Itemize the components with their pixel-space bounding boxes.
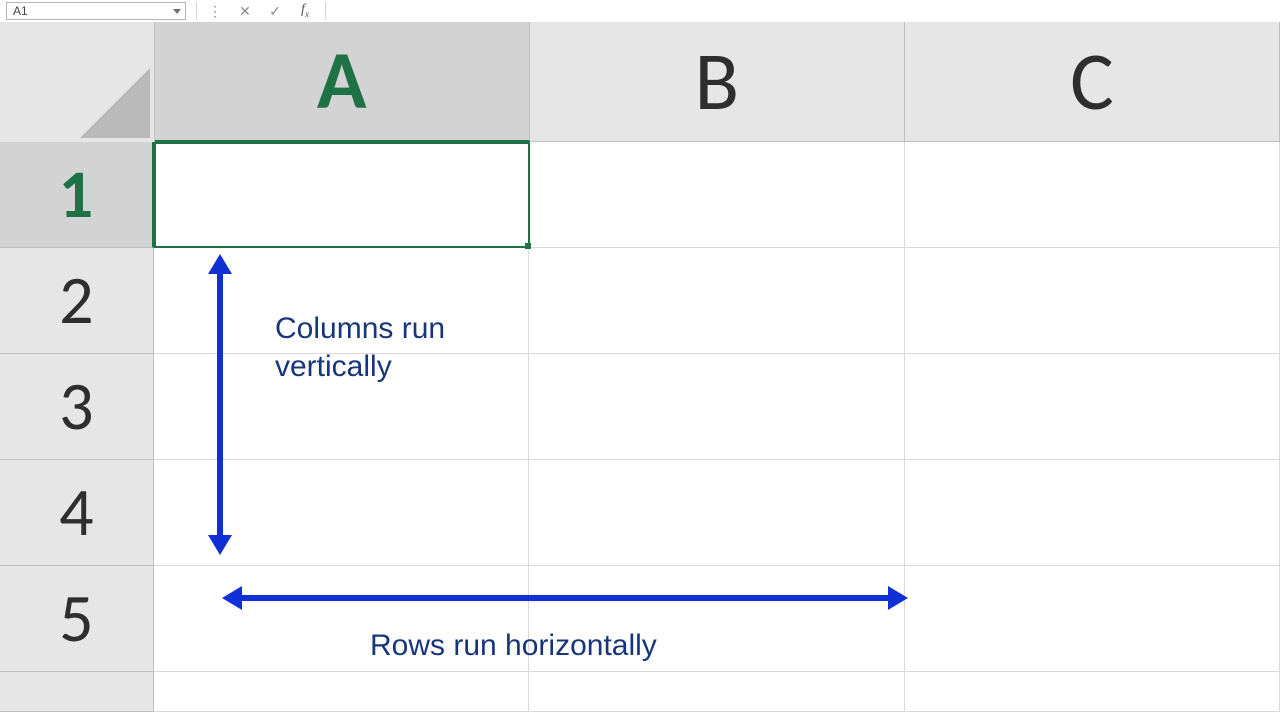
cell-B5[interactable] [529, 566, 904, 672]
column-header-row: A B C [0, 22, 1280, 142]
row-2: 2 [0, 248, 1280, 354]
cell-A2[interactable] [154, 248, 529, 354]
insert-function-icon[interactable]: fx [297, 3, 313, 19]
row-header-3[interactable]: 3 [0, 354, 154, 460]
row-4: 4 [0, 460, 1280, 566]
row-header-4[interactable]: 4 [0, 460, 154, 566]
cancel-icon[interactable]: ✕ [237, 4, 253, 18]
divider [196, 2, 197, 20]
row-header-2[interactable]: 2 [0, 248, 154, 354]
divider [325, 2, 326, 20]
cell-A3[interactable] [154, 354, 529, 460]
cell-A5[interactable] [154, 566, 529, 672]
formula-input[interactable] [334, 1, 1280, 21]
cell-B2[interactable] [529, 248, 904, 354]
row-3: 3 [0, 354, 1280, 460]
cell-A1[interactable] [154, 142, 529, 248]
cell-A6[interactable] [154, 672, 529, 712]
cell-C2[interactable] [905, 248, 1280, 354]
row-1: 1 [0, 142, 1280, 248]
row-header-5[interactable]: 5 [0, 566, 154, 672]
cell-B4[interactable] [529, 460, 904, 566]
enter-icon[interactable]: ✓ [267, 4, 283, 18]
spreadsheet-grid: A B C 1 2 3 4 5 [0, 22, 1280, 720]
cell-C5[interactable] [905, 566, 1280, 672]
name-box[interactable]: A1 [6, 2, 186, 20]
cell-B3[interactable] [529, 354, 904, 460]
row-header-1[interactable]: 1 [0, 142, 154, 248]
chevron-down-icon[interactable] [173, 9, 181, 14]
rows-container: 1 2 3 4 5 [0, 142, 1280, 712]
row-5: 5 [0, 566, 1280, 672]
formula-bar-icons: ⋮ ✕ ✓ fx [207, 3, 313, 19]
row-header-6[interactable] [0, 672, 154, 712]
column-header-C[interactable]: C [905, 22, 1280, 142]
select-all-triangle-icon [80, 68, 150, 138]
cell-B1[interactable] [529, 142, 904, 248]
more-icon[interactable]: ⋮ [207, 4, 223, 18]
row-6-partial [0, 672, 1280, 712]
cell-A4[interactable] [154, 460, 529, 566]
column-header-A[interactable]: A [155, 22, 530, 142]
cell-B6[interactable] [529, 672, 904, 712]
column-header-B[interactable]: B [530, 22, 905, 142]
cell-C4[interactable] [905, 460, 1280, 566]
formula-bar: A1 ⋮ ✕ ✓ fx [0, 0, 1280, 23]
cell-C1[interactable] [905, 142, 1280, 248]
cell-C3[interactable] [905, 354, 1280, 460]
name-box-value: A1 [13, 4, 28, 18]
cell-C6[interactable] [905, 672, 1280, 712]
select-all-corner[interactable] [0, 22, 155, 143]
